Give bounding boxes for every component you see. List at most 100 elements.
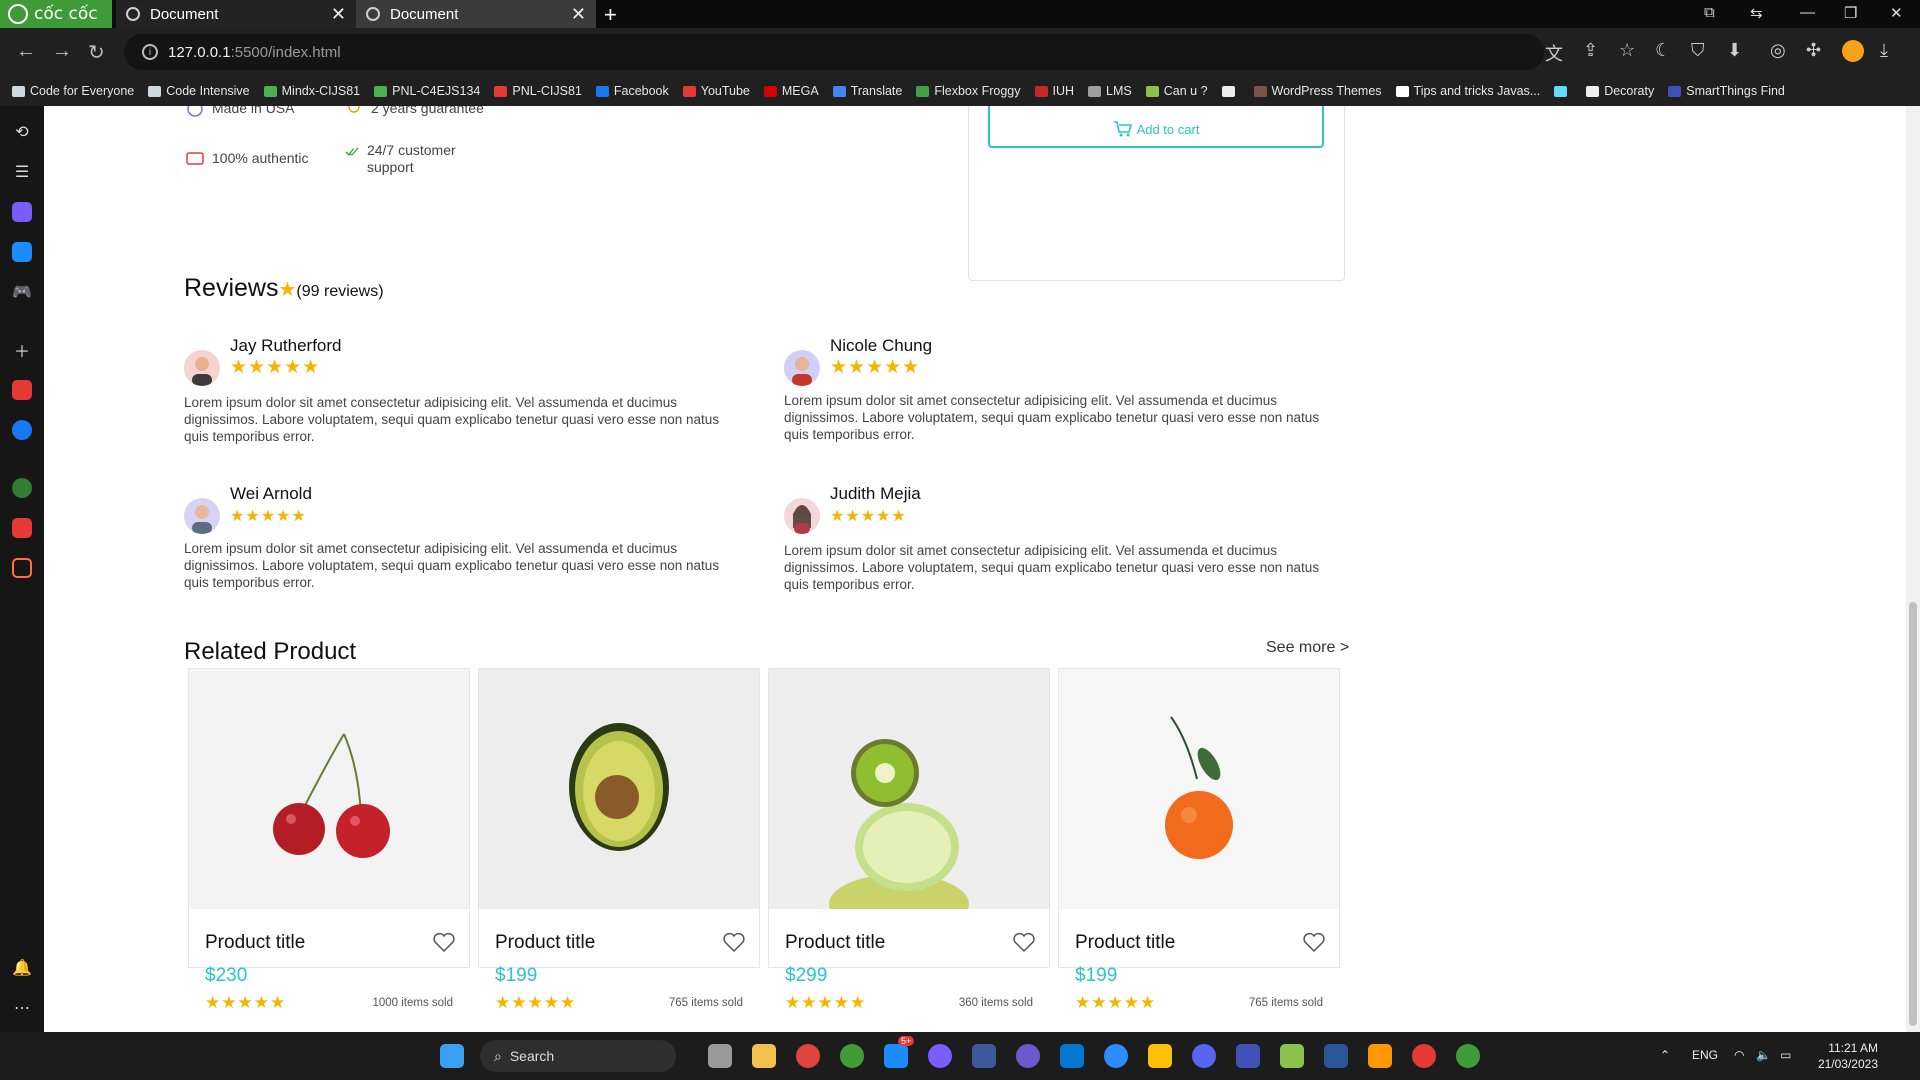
bookmark-item[interactable]: Can u ? [1145, 84, 1208, 98]
app-icon[interactable] [1016, 1044, 1040, 1068]
product-card[interactable]: Product title $199 ★★★★★ 765 items sold [478, 668, 760, 1012]
sidebar-toggle-icon[interactable]: ⇆ [1750, 4, 1763, 22]
heart-icon[interactable] [432, 931, 456, 953]
shield-icon[interactable]: ⛉ [1691, 40, 1705, 61]
task-view-icon[interactable] [708, 1044, 732, 1068]
product-card[interactable]: Product title $230 ★★★★★ 1000 items sold [188, 668, 470, 1012]
dark-mode-icon[interactable]: ☾ [1655, 40, 1671, 61]
history-icon[interactable]: ⟲ [12, 122, 32, 142]
product-image[interactable] [1059, 669, 1339, 909]
todo-icon[interactable] [12, 518, 32, 538]
zoom-icon[interactable] [1104, 1044, 1128, 1068]
site-info-icon[interactable]: i [142, 44, 158, 60]
file-explorer-icon[interactable] [752, 1044, 776, 1068]
close-icon[interactable]: ✕ [331, 4, 346, 25]
product-image[interactable] [189, 669, 469, 909]
product-title[interactable]: Product title [205, 932, 305, 954]
tab-document-2[interactable]: Document ✕ [356, 0, 596, 28]
tray-chevron-icon[interactable]: ⌃ [1660, 1048, 1670, 1062]
address-bar[interactable]: i 127.0.0.1:5500/index.html [124, 34, 1544, 70]
product-title[interactable]: Product title [785, 932, 885, 954]
system-clock[interactable]: 11:21 AM 21/03/2023 [1810, 1040, 1878, 1072]
taskbar-search[interactable]: ⌕ Search [480, 1040, 676, 1072]
youtube-icon[interactable] [12, 380, 32, 400]
translate-icon[interactable]: 文 [1545, 40, 1563, 66]
heart-icon[interactable] [722, 931, 746, 953]
heart-icon[interactable] [1302, 931, 1326, 953]
profile-avatar[interactable] [1842, 40, 1864, 62]
language-indicator[interactable]: ENG [1692, 1048, 1718, 1062]
share-icon[interactable]: ⇪ [1583, 40, 1598, 61]
product-title[interactable]: Product title [495, 932, 595, 954]
notification-bell-icon[interactable]: 🔔 [12, 958, 32, 978]
bookmark-item[interactable]: Mindx-CIJS81 [263, 84, 360, 98]
add-app-icon[interactable]: ＋ [12, 340, 32, 361]
word-icon[interactable] [1324, 1044, 1348, 1068]
bookmark-item[interactable]: Decoraty [1586, 84, 1654, 98]
star-app-icon[interactable] [1148, 1044, 1172, 1068]
bookmark-item[interactable]: Code for Everyone [12, 84, 134, 98]
bookmark-star-icon[interactable]: ☆ [1619, 40, 1635, 61]
see-more-link[interactable]: See more > [1266, 639, 1349, 657]
bookmark-item[interactable]: Flexbox Froggy [916, 84, 1021, 98]
extensions-icon[interactable]: ✣ [1806, 40, 1821, 61]
maximize-button[interactable]: ❐ [1844, 4, 1857, 22]
download-page-icon[interactable]: ⬇ [1727, 40, 1742, 61]
minimize-button[interactable]: — [1800, 4, 1815, 21]
add-to-cart-button[interactable]: Add to cart [988, 106, 1324, 148]
app4-icon[interactable] [1368, 1044, 1392, 1068]
app3-icon[interactable] [1280, 1044, 1304, 1068]
more-icon[interactable]: ⋯ [12, 998, 32, 1018]
bookmark-item[interactable]: Facebook [595, 84, 669, 98]
discord-icon[interactable] [1192, 1044, 1216, 1068]
browser-brand[interactable]: cốc cốc [0, 0, 112, 28]
coccoc-game-icon[interactable] [12, 478, 32, 498]
volume-icon[interactable]: 🔈 [1756, 1048, 1771, 1062]
product-card[interactable]: Product title $299 ★★★★★ 360 items sold [768, 668, 1050, 1012]
tab-search-icon[interactable]: ⧉ [1704, 4, 1715, 21]
compass-icon[interactable]: ◎ [1770, 40, 1786, 61]
devc-icon[interactable] [972, 1044, 996, 1068]
start-icon[interactable] [440, 1044, 464, 1068]
downloads-icon[interactable]: ⤓ [1880, 40, 1888, 61]
heart-icon[interactable] [1012, 931, 1036, 953]
close-icon[interactable]: ✕ [571, 4, 586, 25]
coccoc-icon[interactable] [840, 1044, 864, 1068]
window-close-button[interactable]: ✕ [1890, 4, 1903, 22]
product-image[interactable] [479, 669, 759, 909]
app5-icon[interactable] [1412, 1044, 1436, 1068]
bookmark-item[interactable]: PNL-C4EJS134 [374, 84, 480, 98]
battery-icon[interactable]: ▭ [1780, 1048, 1791, 1062]
shopping-icon[interactable] [12, 558, 32, 578]
product-image[interactable] [769, 669, 1049, 909]
product-card[interactable]: Product title $199 ★★★★★ 765 items sold [1058, 668, 1340, 1012]
bookmark-item[interactable] [1221, 85, 1240, 97]
bookmark-item[interactable]: MEGA [763, 84, 819, 98]
vscode-icon[interactable] [1060, 1044, 1084, 1068]
bookmark-item[interactable]: WordPress Themes [1253, 84, 1382, 98]
messenger-icon[interactable] [928, 1044, 952, 1068]
scrollbar-thumb[interactable] [1909, 602, 1917, 1026]
page-scrollbar[interactable] [1906, 106, 1920, 1032]
bookmark-item[interactable]: IUH [1034, 84, 1074, 98]
zalo-icon[interactable] [12, 242, 32, 262]
chrome-icon[interactable] [796, 1044, 820, 1068]
reading-list-icon[interactable]: ☰ [12, 162, 32, 182]
bookmark-item[interactable]: Tips and tricks Javas... [1395, 84, 1540, 98]
bookmark-item[interactable]: PNL-CIJS81 [494, 84, 582, 98]
tab-document-1[interactable]: Document ✕ [116, 0, 356, 28]
bookmark-item[interactable]: Translate [832, 84, 902, 98]
app2-icon[interactable] [1236, 1044, 1260, 1068]
new-tab-button[interactable]: + [604, 2, 617, 28]
bookmark-item[interactable]: LMS [1088, 84, 1132, 98]
messenger-icon[interactable] [12, 202, 32, 222]
bookmark-item[interactable]: Code Intensive [148, 84, 250, 98]
zalo-icon[interactable] [884, 1044, 908, 1068]
bookmark-item[interactable] [1554, 85, 1572, 97]
bookmark-item[interactable]: SmartThings Find [1668, 84, 1785, 98]
bookmark-item[interactable]: YouTube [682, 84, 750, 98]
back-icon[interactable]: ← [16, 40, 36, 63]
reload-icon[interactable]: ↻ [88, 40, 105, 65]
coccoc-active-icon[interactable] [1456, 1044, 1480, 1068]
gamepad-icon[interactable]: 🎮 [12, 282, 32, 302]
